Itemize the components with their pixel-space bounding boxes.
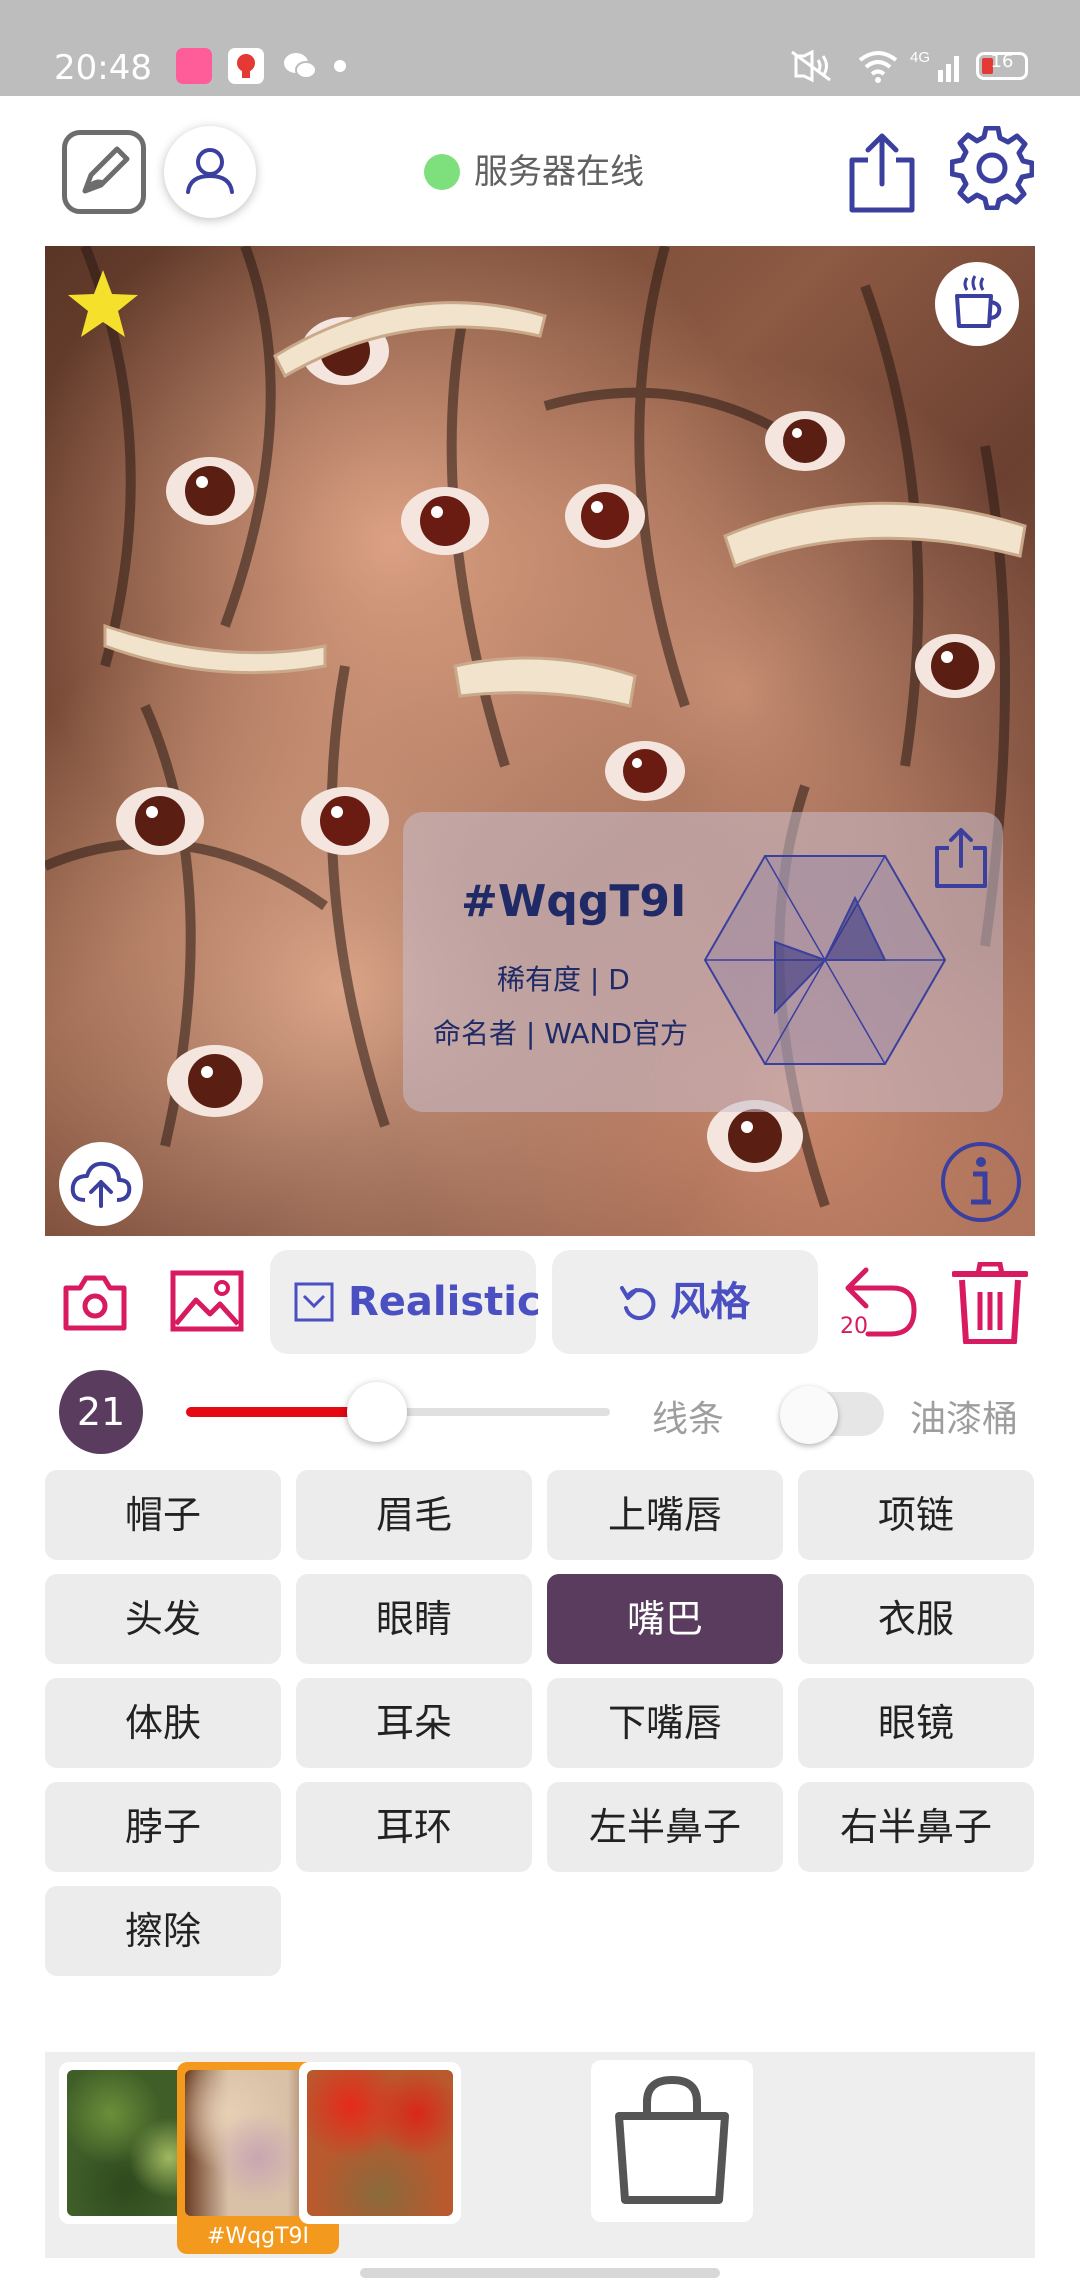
style-thumbnail-strip: #WqgT9I	[45, 2052, 1035, 2258]
battery-icon: 16	[976, 51, 1028, 80]
battery-level: 16	[990, 51, 1014, 72]
server-status-text: 服务器在线	[474, 152, 644, 192]
server-status-indicator	[424, 154, 460, 190]
status-bar: 20:48 4G 16	[0, 0, 1080, 96]
mute-icon	[790, 48, 834, 88]
share-button[interactable]	[846, 130, 918, 218]
image-icon	[170, 1270, 244, 1332]
part-button[interactable]: 嘴巴	[547, 1574, 783, 1664]
donate-button[interactable]	[935, 262, 1019, 346]
style-image-red-flowers	[307, 2070, 453, 2216]
profile-icon	[186, 148, 234, 194]
network-type: 4G	[910, 49, 930, 66]
edit-button[interactable]	[62, 130, 146, 214]
brush-size-slider[interactable]	[186, 1382, 610, 1442]
card-namer: 命名者 | WAND官方	[433, 1017, 689, 1050]
style-thumbnail[interactable]	[299, 2062, 461, 2224]
part-button[interactable]: 眼睛	[296, 1574, 532, 1664]
part-button[interactable]: 帽子	[45, 1470, 281, 1560]
realistic-mode-button[interactable]: Realistic	[270, 1250, 541, 1354]
red-app-icon	[228, 48, 264, 84]
trash-icon	[951, 1261, 1029, 1345]
wifi-icon	[856, 48, 900, 88]
generated-image-canvas[interactable]: #WqgT9I 稀有度 | D 命名者 | WAND官方	[45, 246, 1035, 1236]
clock: 20:48	[54, 48, 152, 88]
undo-count: 20	[840, 1314, 868, 1339]
settings-icon	[949, 125, 1035, 211]
part-button[interactable]: 左半鼻子	[547, 1782, 783, 1872]
part-button[interactable]: 耳环	[296, 1782, 532, 1872]
card-rarity: 稀有度 | D	[497, 963, 630, 996]
part-button[interactable]: 右半鼻子	[798, 1782, 1034, 1872]
paint-bucket-label: 油漆桶	[910, 1399, 1019, 1440]
profile-button[interactable]	[164, 126, 256, 218]
favorite-button[interactable]	[63, 264, 143, 348]
refresh-icon	[620, 1286, 656, 1321]
part-button[interactable]: 体肤	[45, 1678, 281, 1768]
camera-icon	[63, 1275, 127, 1331]
part-button[interactable]: 项链	[798, 1470, 1034, 1560]
star-icon	[68, 270, 138, 337]
part-button[interactable]: 眉毛	[296, 1470, 532, 1560]
share-icon	[849, 133, 915, 213]
card-id: #WqgT9I	[461, 876, 687, 927]
paint-bucket-toggle[interactable]	[780, 1386, 886, 1444]
signal-icon: 4G	[910, 48, 966, 88]
character-card[interactable]: #WqgT9I 稀有度 | D 命名者 | WAND官方	[403, 812, 1003, 1112]
realistic-label: Realistic	[348, 1279, 541, 1325]
part-button[interactable]: 脖子	[45, 1782, 281, 1872]
style-label: 风格	[670, 1279, 750, 1325]
more-notifications-dot	[334, 60, 346, 72]
cartoon-app-icon	[176, 48, 212, 84]
wechat-icon	[282, 48, 318, 84]
info-button[interactable]	[939, 1140, 1023, 1228]
style-button[interactable]: 风格	[552, 1250, 818, 1354]
style-shop-button[interactable]	[591, 2060, 753, 2222]
camera-button[interactable]	[62, 1272, 128, 1336]
part-button[interactable]: 耳朵	[296, 1678, 532, 1768]
checkbox-icon	[294, 1282, 334, 1322]
line-mode-label: 线条	[652, 1399, 725, 1440]
part-button[interactable]: 眼镜	[798, 1678, 1034, 1768]
slider-thumb[interactable]	[346, 1382, 407, 1442]
part-button[interactable]: 头发	[45, 1574, 281, 1664]
upload-button[interactable]	[59, 1142, 143, 1226]
part-button[interactable]: 擦除	[45, 1886, 281, 1976]
part-button[interactable]: 下嘴唇	[547, 1678, 783, 1768]
shopping-bag-icon	[615, 2075, 729, 2204]
home-indicator[interactable]	[360, 2268, 720, 2278]
style-caption: #WqgT9I	[206, 2224, 310, 2249]
gallery-button[interactable]	[170, 1270, 244, 1336]
radar-chart	[703, 855, 947, 1065]
part-button[interactable]: 上嘴唇	[547, 1470, 783, 1560]
settings-button[interactable]	[949, 125, 1035, 214]
brush-size-badge: 21	[59, 1370, 143, 1454]
info-icon	[941, 1142, 1021, 1222]
edit-icon	[82, 146, 130, 194]
coffee-icon	[955, 275, 1002, 328]
upload-cloud-icon	[70, 1161, 132, 1208]
part-button[interactable]: 衣服	[798, 1574, 1034, 1664]
delete-button[interactable]	[951, 1261, 1029, 1348]
